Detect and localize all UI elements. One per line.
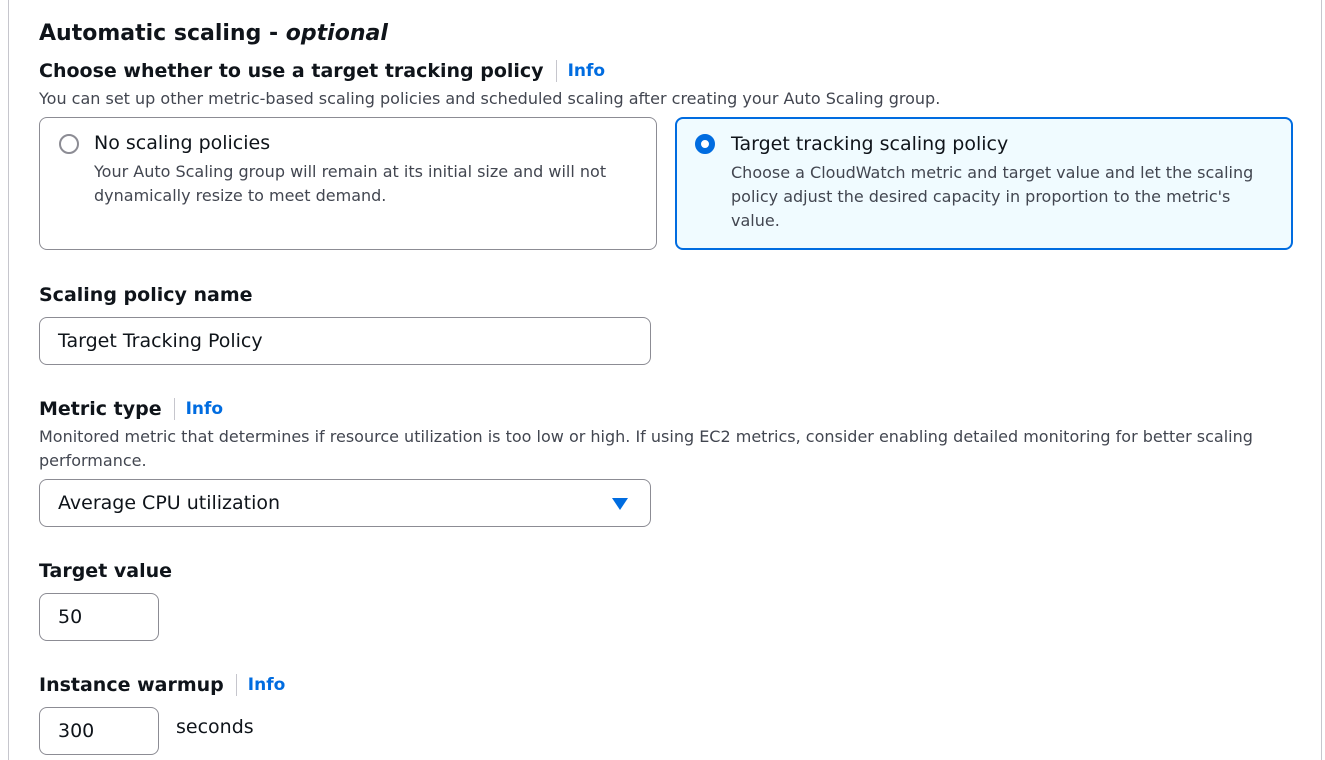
target-value-label: Target value (39, 560, 173, 582)
instance-warmup-unit: seconds (176, 716, 254, 738)
policy-choice-description: You can set up other metric-based scalin… (39, 89, 941, 108)
tile-target-tracking-policy[interactable]: Target tracking scaling policy Choose a … (675, 117, 1293, 250)
target-value-header: Target value (39, 560, 172, 582)
section-title: Automatic scaling - optional (39, 21, 388, 46)
radio-target-tracking-policy[interactable] (695, 134, 715, 154)
instance-warmup-header: Instance warmup Info (39, 674, 285, 696)
metric-type-info-link[interactable]: Info (186, 399, 224, 419)
form-panel (8, 0, 1322, 760)
info-divider (235, 674, 237, 696)
target-value-input[interactable]: 50 (39, 593, 159, 641)
instance-warmup-label: Instance warmup (39, 674, 224, 696)
tile-description: Choose a CloudWatch metric and target va… (731, 163, 1254, 230)
policy-choice-info-link[interactable]: Info (568, 61, 606, 81)
tile-title: Target tracking scaling policy (731, 133, 1009, 155)
metric-type-label: Metric type (39, 398, 162, 420)
policy-choice-header: Choose whether to use a target tracking … (39, 60, 605, 82)
policy-name-label: Scaling policy name (39, 284, 253, 306)
policy-name-header: Scaling policy name (39, 284, 253, 306)
info-divider (173, 398, 175, 420)
policy-choice-label: Choose whether to use a target tracking … (39, 60, 544, 82)
section-title-text: Automatic scaling - (39, 21, 286, 46)
optional-label: optional (285, 21, 388, 46)
policy-name-input[interactable]: Target Tracking Policy (39, 317, 651, 365)
instance-warmup-info-link[interactable]: Info (248, 675, 286, 695)
metric-type-header: Metric type Info (39, 398, 223, 420)
tile-description: Your Auto Scaling group will remain at i… (94, 162, 607, 205)
metric-type-select[interactable]: Average CPU utilization (39, 479, 651, 527)
tile-no-scaling-policies[interactable]: No scaling policies Your Auto Scaling gr… (39, 117, 657, 250)
instance-warmup-value: 300 (58, 720, 95, 742)
radio-no-scaling-policies[interactable] (59, 134, 79, 154)
target-value-value: 50 (58, 606, 83, 628)
metric-type-selected-value: Average CPU utilization (58, 492, 281, 514)
instance-warmup-input[interactable]: 300 (39, 707, 159, 755)
tile-title: No scaling policies (94, 132, 271, 154)
metric-type-description: Monitored metric that determines if reso… (39, 427, 1253, 470)
caret-down-icon (612, 498, 628, 510)
policy-name-value: Target Tracking Policy (58, 330, 263, 352)
info-divider (555, 60, 557, 82)
